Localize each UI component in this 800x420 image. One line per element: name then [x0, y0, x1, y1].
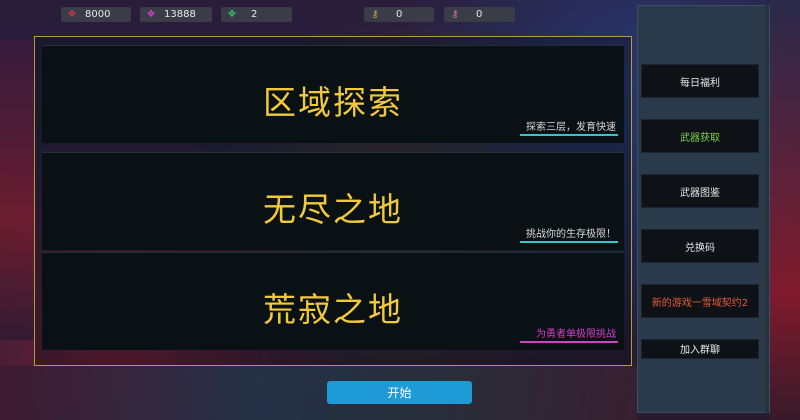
mode-subtitle: 挑战你的生存极限！ [526, 229, 616, 240]
mode-underline [520, 341, 618, 343]
mode-card-area-explore[interactable]: 区域探索 探索三层，发育快速 [42, 45, 624, 143]
mode-title: 荒寂之地 [263, 290, 403, 329]
mode-underline [520, 134, 618, 136]
background-deco-right [770, 0, 800, 420]
sidebar-item-label: 每日福利 [680, 77, 720, 89]
sidebar-item-label: 加入群聊 [680, 345, 720, 356]
sidebar-item-label: 武器获取 [680, 132, 720, 144]
sidebar-item-daily-rewards[interactable]: 每日福利 [641, 64, 759, 98]
mode-title: 无尽之地 [263, 190, 403, 229]
mode-underline [520, 241, 618, 243]
sidebar-item-label: 新的游戏一雪域契约2 [651, 297, 749, 309]
sidebar-item-join-group[interactable]: 加入群聊 [641, 339, 759, 359]
mode-title: 区域探索 [263, 83, 403, 122]
gem-green-icon: ❖ [227, 9, 237, 20]
sidebar-item-new-game[interactable]: 新的游戏一雪域契约2 [641, 284, 759, 318]
sidebar-item-weapon-codex[interactable]: 武器图鉴 [641, 174, 759, 208]
background-deco-left [0, 40, 34, 340]
resource-value: 0 [476, 9, 483, 20]
sidebar-scrollbar[interactable] [765, 5, 769, 413]
sidebar-item-redeem-code[interactable]: 兑换码 [641, 229, 759, 263]
sidebar-item-label: 兑换码 [685, 242, 715, 254]
resource-pink-gem: ❖ 13888 [140, 7, 212, 22]
key-gold-icon: ⚷ [371, 9, 379, 20]
mode-subtitle: 探索三层，发育快速 [526, 122, 616, 133]
resource-value: 0 [396, 9, 403, 20]
mode-card-desolate[interactable]: 荒寂之地 为勇者单极限挑战 [42, 252, 624, 350]
mode-card-endless[interactable]: 无尽之地 挑战你的生存极限！ [42, 152, 624, 250]
resource-gold-key: ⚷ 0 [364, 7, 434, 22]
mode-subtitle: 为勇者单极限挑战 [536, 329, 616, 340]
sidebar-item-weapon-acquire[interactable]: 武器获取 [641, 119, 759, 153]
resource-value: 8000 [85, 9, 111, 20]
background-deco-bottom [0, 366, 637, 420]
start-button-label: 开始 [387, 386, 412, 400]
sidebar-item-label: 武器图鉴 [680, 187, 720, 199]
gem-pink-icon: ❖ [146, 9, 156, 20]
resource-value: 2 [251, 9, 258, 20]
key-pink-icon: ⚷ [451, 9, 459, 20]
resource-pink-key: ⚷ 0 [444, 7, 515, 22]
resource-value: 13888 [164, 9, 196, 20]
resource-red-gem: ❖ 8000 [61, 7, 131, 22]
gem-red-icon: ❖ [67, 9, 77, 20]
start-button[interactable]: 开始 [327, 381, 472, 404]
resource-green-gem: ❖ 2 [221, 7, 292, 22]
